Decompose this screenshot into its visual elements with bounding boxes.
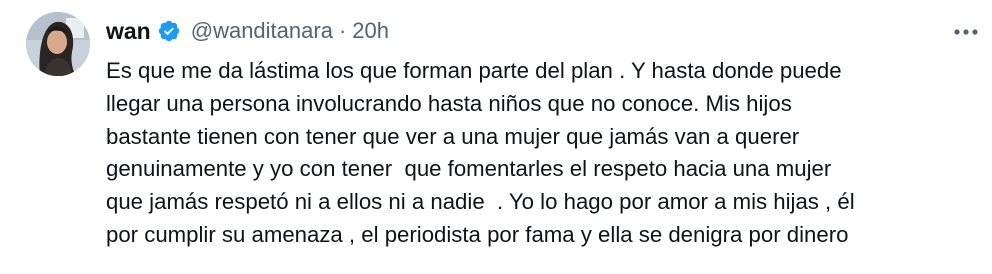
tweet-card[interactable]: wan @wanditanara · 20h Es que me da lást… (0, 0, 992, 274)
verified-badge-icon (157, 19, 181, 43)
timestamp[interactable]: 20h (352, 18, 389, 44)
tweet-text-line: por cumplir su amenaza , el periodista p… (106, 221, 849, 247)
tweet-text-line: llegar una persona involucrando hasta ni… (106, 90, 792, 116)
tweet-text: Es que me da lástima los que forman part… (106, 55, 986, 252)
tweet-text-line: genuinamente y yo con tener que fomentar… (106, 156, 832, 182)
avatar-photo (26, 12, 90, 76)
tweet-text-line: Es que me da lástima los que forman part… (106, 58, 842, 83)
author-handle[interactable]: @wanditanara (191, 18, 333, 44)
avatar[interactable] (26, 12, 90, 76)
display-name[interactable]: wan (106, 18, 151, 45)
separator-dot: · (338, 18, 347, 43)
tweet-text-line: bastante tienen con tener que ver a una … (106, 123, 800, 149)
tweet-text-line: que jamás respetó ni a ellos ni a nadie … (106, 189, 855, 215)
more-options-icon[interactable] (948, 18, 984, 46)
tweet-header: wan @wanditanara · 20h (106, 16, 389, 46)
